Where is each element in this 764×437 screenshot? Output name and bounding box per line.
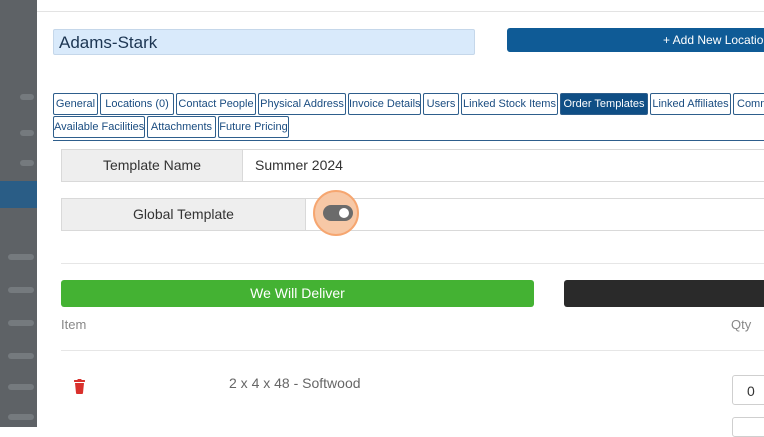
template-name-input[interactable]: Summer 2024 bbox=[255, 150, 343, 181]
tab-contact-people[interactable]: Contact People bbox=[176, 93, 256, 115]
tab-locations[interactable]: Locations (0) bbox=[100, 93, 174, 115]
item-column-header: Item bbox=[61, 317, 87, 332]
item-name: 2 x 4 x 48 - Softwood bbox=[229, 375, 361, 391]
add-new-location-button[interactable]: + Add New Location bbox=[507, 28, 764, 52]
top-divider bbox=[37, 11, 764, 12]
tab-general[interactable]: General bbox=[53, 93, 98, 115]
tab-attachments[interactable]: Attachments bbox=[147, 116, 216, 138]
template-name-row: Template Name Summer 2024 bbox=[61, 149, 764, 182]
sidebar-item[interactable] bbox=[8, 287, 34, 293]
global-template-label: Global Template bbox=[62, 199, 306, 230]
sidebar-item[interactable] bbox=[8, 384, 34, 390]
tab-order-templates[interactable]: Order Templates bbox=[560, 93, 648, 115]
qty-input[interactable]: 0 bbox=[732, 375, 764, 405]
tab-invoice-details[interactable]: Invoice Details bbox=[348, 93, 421, 115]
tab-linked-affiliates[interactable]: Linked Affiliates bbox=[650, 93, 731, 115]
toggle-knob[interactable] bbox=[339, 208, 349, 218]
global-template-row: Global Template bbox=[61, 198, 764, 231]
sidebar-item[interactable] bbox=[8, 320, 34, 326]
we-will-deliver-button[interactable]: We Will Deliver bbox=[61, 280, 534, 307]
tab-divider bbox=[53, 140, 764, 141]
tab-comm[interactable]: Comm bbox=[733, 93, 764, 115]
table-header-divider bbox=[61, 350, 764, 351]
qty-column-header: Qty bbox=[731, 317, 752, 332]
customer-name-field[interactable]: Adams-Stark bbox=[53, 29, 475, 55]
trash-icon[interactable] bbox=[73, 379, 86, 394]
secondary-action-button[interactable] bbox=[564, 280, 764, 307]
sidebar bbox=[0, 0, 37, 427]
sidebar-item[interactable] bbox=[8, 353, 34, 359]
sidebar-item[interactable] bbox=[20, 94, 34, 100]
tab-linked-stock-items[interactable]: Linked Stock Items bbox=[461, 93, 558, 115]
sidebar-item[interactable] bbox=[20, 160, 34, 166]
section-divider bbox=[61, 263, 764, 264]
sidebar-item[interactable] bbox=[20, 130, 34, 136]
sidebar-item[interactable] bbox=[8, 254, 34, 260]
qty-input[interactable] bbox=[732, 417, 764, 437]
tab-physical-address[interactable]: Physical Address bbox=[258, 93, 346, 115]
sidebar-item[interactable] bbox=[8, 414, 34, 420]
tab-users[interactable]: Users bbox=[423, 93, 459, 115]
tab-available-facilities[interactable]: Available Facilities bbox=[53, 116, 145, 138]
template-name-label: Template Name bbox=[62, 150, 243, 181]
sidebar-active-item[interactable] bbox=[0, 181, 37, 208]
tab-future-pricing[interactable]: Future Pricing bbox=[218, 116, 289, 138]
